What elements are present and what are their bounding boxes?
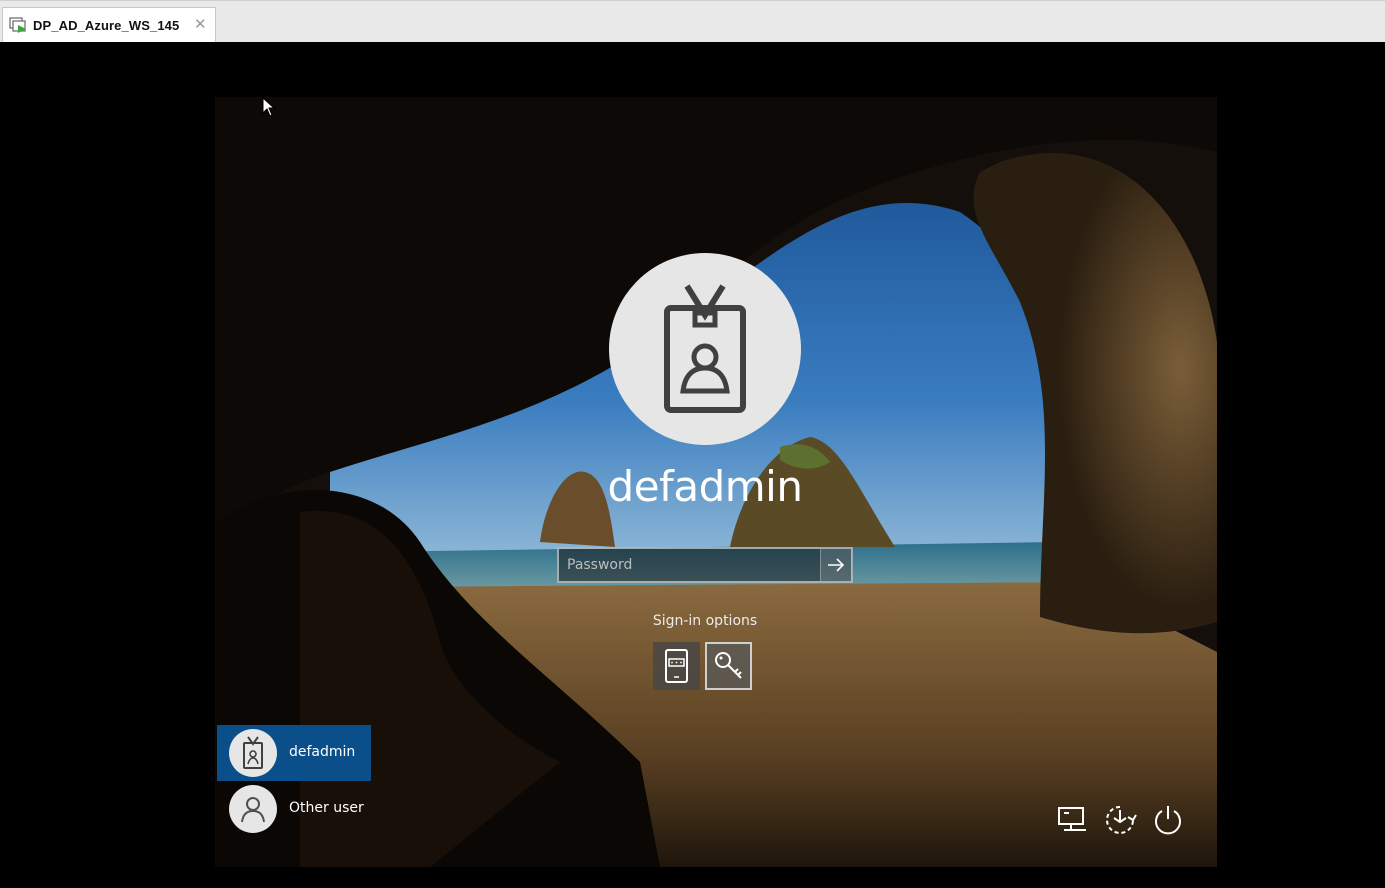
signin-options-label: Sign-in options	[652, 613, 758, 629]
arrow-right-icon	[828, 558, 845, 572]
tab-title: DP_AD_Azure_WS_145	[33, 18, 180, 33]
key-icon	[715, 652, 742, 679]
password-input[interactable]	[559, 549, 819, 581]
close-icon[interactable]: ✕	[194, 15, 207, 33]
mouse-pointer-icon	[262, 97, 276, 117]
signin-option-pin[interactable]	[653, 642, 700, 690]
user-tile-defadmin[interactable]: defadmin	[217, 725, 371, 781]
user-avatar	[609, 253, 801, 445]
submit-button[interactable]	[820, 549, 852, 581]
user-tile-label: Other user	[289, 800, 364, 816]
ease-of-access-button[interactable]	[1102, 802, 1138, 838]
username-heading: defadmin	[607, 462, 803, 511]
network-button[interactable]	[1055, 802, 1091, 838]
avatar	[229, 729, 277, 777]
vm-console-icon	[9, 17, 29, 35]
person-icon	[241, 797, 265, 823]
power-icon	[1155, 806, 1181, 835]
power-button[interactable]	[1150, 802, 1186, 838]
network-icon	[1058, 807, 1086, 831]
ease-of-access-icon	[1106, 806, 1137, 834]
user-tile-label: defadmin	[289, 744, 356, 760]
user-tile-other-user[interactable]: Other user	[217, 781, 371, 837]
vm-screen: defadmin Sign-in options defadmin Other …	[0, 42, 1385, 888]
avatar	[229, 785, 277, 833]
window-tab-bar: DP_AD_Azure_WS_145 ✕	[0, 0, 1385, 43]
password-box	[557, 547, 853, 583]
phone-pin-icon	[665, 649, 688, 683]
id-badge-icon	[243, 736, 263, 769]
id-badge-icon	[664, 284, 746, 413]
signin-option-password[interactable]	[705, 642, 752, 690]
vm-tab[interactable]: DP_AD_Azure_WS_145 ✕	[2, 7, 216, 43]
